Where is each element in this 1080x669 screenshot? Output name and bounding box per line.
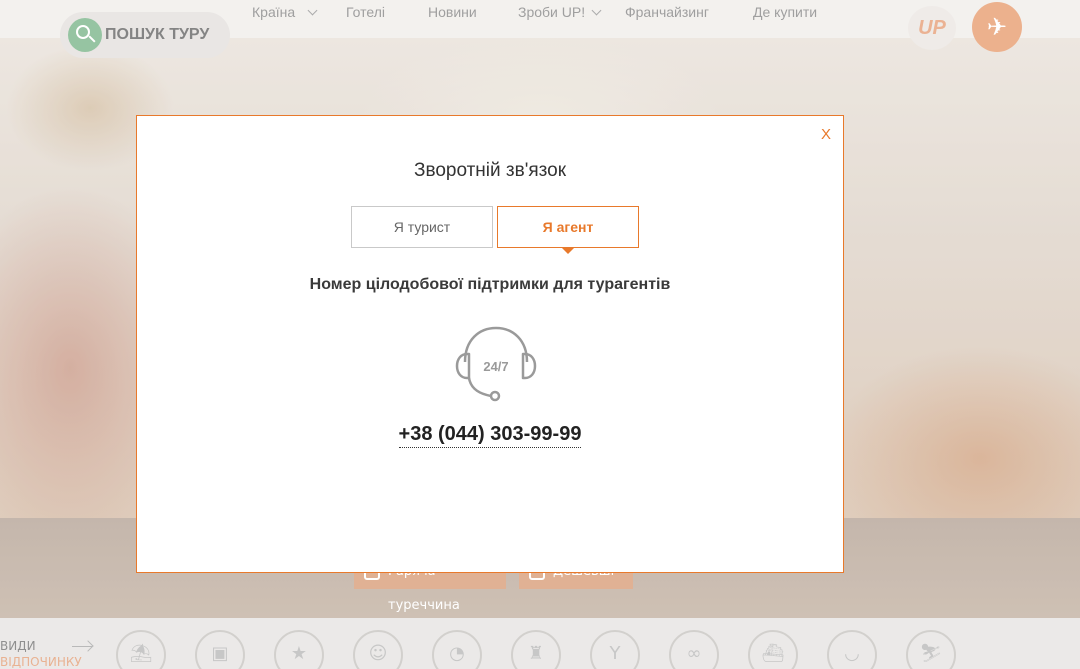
- support-title: Номер цілодобової підтримки для турагент…: [309, 276, 671, 293]
- tab-agent[interactable]: Я агент: [497, 206, 639, 254]
- headset-247-icon: 24/7: [455, 326, 537, 402]
- tab-tourist[interactable]: Я турист: [351, 206, 493, 248]
- support-phone-link[interactable]: +38 (044) 303-99-99: [398, 423, 582, 448]
- svg-text:24/7: 24/7: [483, 359, 508, 374]
- close-button[interactable]: X: [821, 126, 831, 143]
- modal-title: Зворотній зв'язок: [413, 160, 567, 181]
- support-phone-container: +38 (044) 303-99-99: [137, 423, 843, 448]
- feedback-modal: X Зворотній зв'язок Я турист Я агент Ном…: [136, 115, 844, 573]
